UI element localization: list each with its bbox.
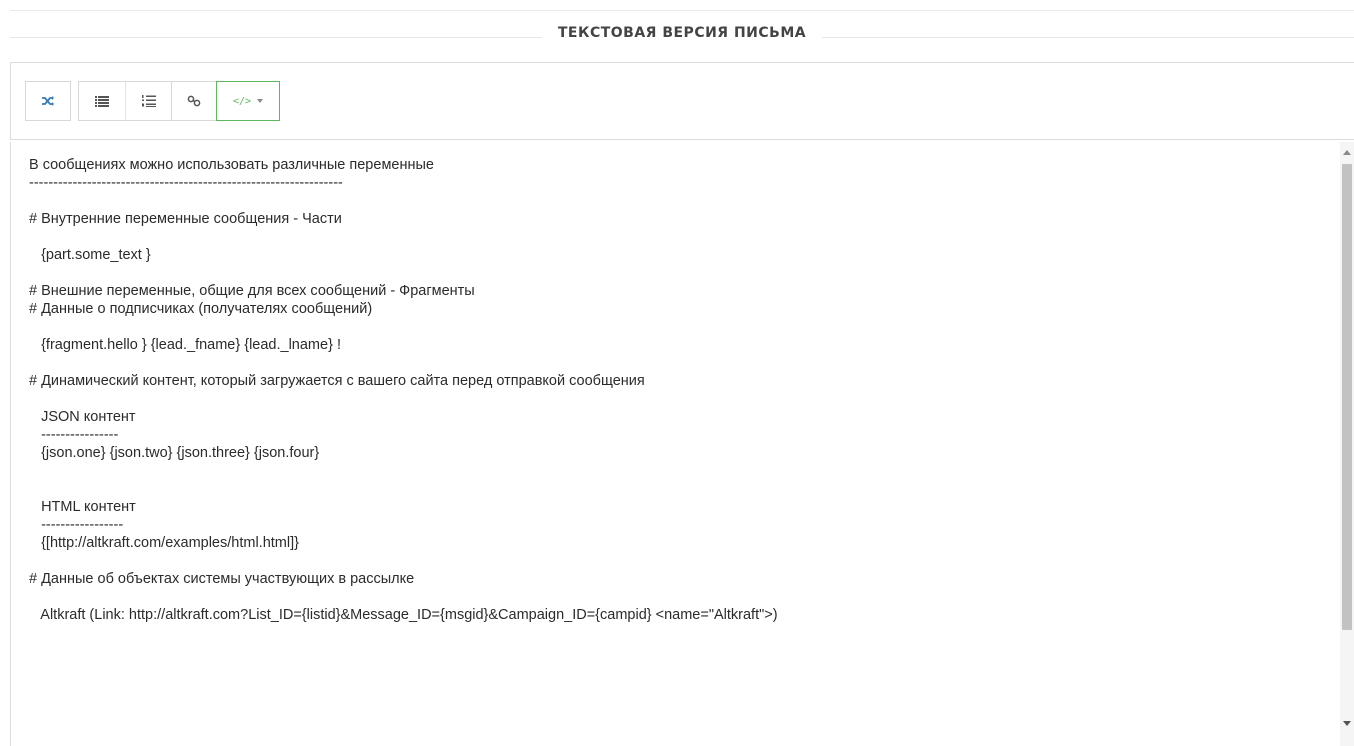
editor-line: # Данные о подписчиках (получателях сооб… [29,301,373,317]
page-title: ТЕКСТОВАЯ ВЕРСИЯ ПИСЬМА [541,25,823,41]
editor-line: Altkraft (Link: http://altkraft.com?List… [29,607,778,623]
numbered-list-button[interactable] [125,82,171,120]
editor-line: # Динамический контент, который загружае… [29,373,645,389]
editor-line: ----------------------------------------… [29,175,343,191]
editor-scrollbar[interactable] [1340,142,1354,746]
editor-toolbar: </> [10,62,1354,140]
code-icon: </> [232,95,252,107]
editor-line: # Данные об объектах системы участвующих… [29,571,415,587]
bulleted-list-icon [95,95,109,107]
scrollbar-thumb[interactable] [1342,164,1352,630]
shuffle-icon [42,96,54,106]
bulleted-list-button[interactable] [79,82,125,120]
editor-line: ----------------- [29,517,124,533]
editor-line: ---------------- [29,427,119,443]
chevron-down-icon [257,99,264,103]
code-dropdown-button[interactable]: </> [217,82,279,120]
editor-line: {part.some_text } [29,247,151,263]
editor-line: {json.one} {json.two} {json.three} {json… [29,445,320,461]
editor-line: # Внешние переменные, общие для всех соо… [29,283,475,299]
editor-line: {[http://altkraft.com/examples/html.html… [29,535,299,551]
toolbar-group-link [172,81,218,121]
editor-line: {fragment.hello } {lead._fname} {lead._l… [29,337,341,353]
editor-line: В сообщениях можно использовать различны… [29,157,434,173]
shuffle-button[interactable] [26,82,70,120]
text-editor[interactable]: В сообщениях можно использовать различны… [10,142,1354,746]
scroll-down-arrow-icon[interactable] [1343,721,1351,726]
toolbar-group-lists [78,81,172,121]
editor-line: # Внутренние переменные сообщения - Част… [29,211,342,227]
toolbar-group-code: </> [216,81,280,121]
editor-line: HTML контент [29,499,136,515]
section-header: ТЕКСТОВАЯ ВЕРСИЯ ПИСЬМА [10,10,1354,61]
link-button[interactable] [172,82,216,120]
scroll-up-arrow-icon[interactable] [1343,150,1351,155]
editor-line: JSON контент [29,409,136,425]
numbered-list-icon [141,95,156,107]
editor-content[interactable]: В сообщениях можно использовать различны… [29,156,1324,624]
toolbar-group-shuffle [25,81,71,121]
link-icon [187,95,201,107]
